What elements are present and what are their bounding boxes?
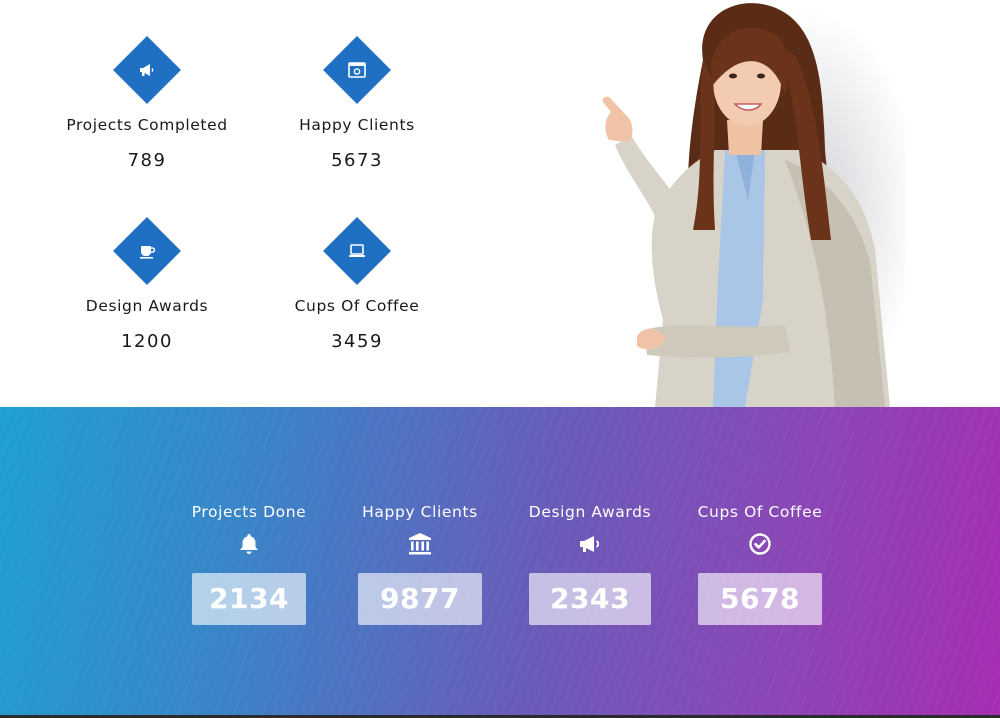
counter-label: Happy Clients	[362, 503, 478, 521]
stat-value: 5673	[331, 150, 383, 171]
counters-band: Projects Done 2134 Happy Clients 9877 De…	[0, 407, 1000, 718]
stat-value: 789	[127, 150, 167, 171]
counter-value: 2343	[529, 573, 651, 625]
top-stats-section: Projects Completed 789 Happy Clients 567…	[0, 0, 1000, 407]
stat-label: Cups Of Coffee	[294, 297, 420, 315]
counter-label: Cups Of Coffee	[697, 503, 823, 521]
counter-value: 9877	[358, 573, 482, 625]
stat-label: Projects Completed	[66, 116, 228, 134]
counter-label: Projects Done	[191, 503, 307, 521]
counter-value: 5678	[698, 573, 822, 625]
woman-pointing-photo	[585, 0, 905, 407]
megaphone-icon	[113, 36, 181, 104]
stat-label: Design Awards	[85, 297, 209, 315]
stat-value: 3459	[331, 331, 383, 352]
counter-happy-clients: Happy Clients 9877	[352, 503, 488, 625]
counter-design-awards: Design Awards 2343	[522, 503, 658, 625]
stat-projects-completed: Projects Completed 789	[42, 36, 252, 171]
stat-label: Happy Clients	[299, 116, 415, 134]
coffee-cup-icon	[113, 217, 181, 285]
counter-projects-done: Projects Done 2134	[182, 503, 316, 625]
stat-cups-of-coffee: Cups Of Coffee 3459	[252, 217, 462, 352]
laptop-icon	[323, 217, 391, 285]
bank-building-icon	[409, 533, 431, 555]
megaphone-icon	[580, 536, 600, 552]
counter-value: 2134	[192, 573, 306, 625]
stat-design-awards: Design Awards 1200	[42, 217, 252, 352]
browser-window-icon	[323, 36, 391, 104]
bell-icon	[240, 534, 258, 554]
stat-value: 1200	[121, 331, 173, 352]
counter-cups-of-coffee: Cups Of Coffee 5678	[692, 503, 828, 625]
check-circle-icon	[749, 533, 771, 555]
counter-label: Design Awards	[528, 503, 652, 521]
stat-happy-clients: Happy Clients 5673	[252, 36, 462, 171]
